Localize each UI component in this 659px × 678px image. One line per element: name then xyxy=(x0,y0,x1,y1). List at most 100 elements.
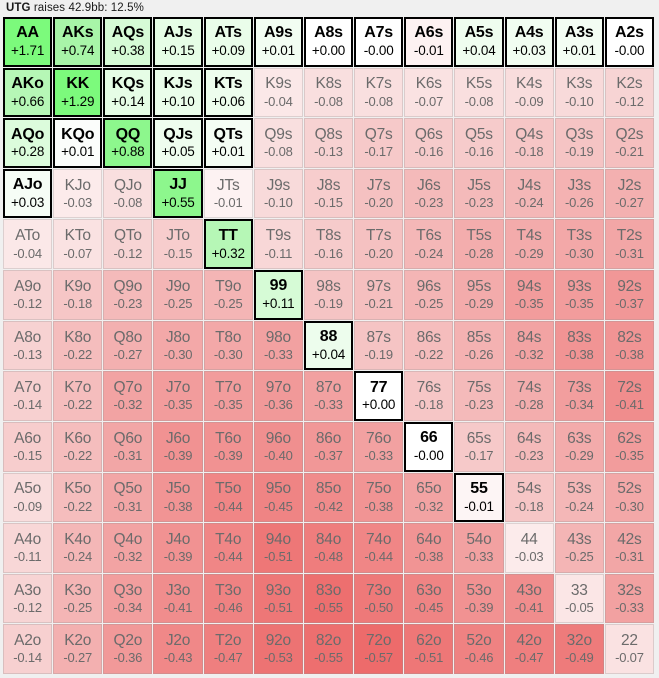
hand-cell-k3o[interactable]: K3o -0.25 xyxy=(53,573,103,624)
hand-cell-33[interactable]: 33 -0.05 xyxy=(554,573,604,624)
hand-cell-53o[interactable]: 53o -0.39 xyxy=(454,573,504,624)
hand-cell-qjs[interactable]: QJs +0.05 xyxy=(153,118,203,168)
hand-cell-t6o[interactable]: T6o -0.39 xyxy=(203,421,253,472)
hand-cell-k8s[interactable]: K8s -0.08 xyxy=(303,67,354,118)
hand-cell-83s[interactable]: 83s -0.38 xyxy=(554,320,604,371)
hand-cell-j9s[interactable]: J9s -0.10 xyxy=(253,168,303,219)
hand-cell-k5o[interactable]: K5o -0.22 xyxy=(53,472,103,523)
hand-cell-j9o[interactable]: J9o -0.25 xyxy=(153,270,203,320)
hand-cell-42s[interactable]: 42s -0.31 xyxy=(604,523,654,573)
hand-cell-74s[interactable]: 74s -0.28 xyxy=(504,371,554,421)
hand-cell-tt[interactable]: TT +0.32 xyxy=(203,219,253,270)
hand-cell-kk[interactable]: KK +1.29 xyxy=(53,67,103,118)
hand-cell-t9o[interactable]: T9o -0.25 xyxy=(203,270,253,320)
hand-cell-q2s[interactable]: Q2s -0.21 xyxy=(604,118,654,168)
hand-cell-qts[interactable]: QTs +0.01 xyxy=(203,118,253,168)
hand-cell-j2s[interactable]: J2s -0.27 xyxy=(604,168,654,219)
hand-cell-97s[interactable]: 97s -0.21 xyxy=(354,270,404,320)
hand-cell-a3o[interactable]: A3o -0.12 xyxy=(3,573,53,624)
hand-cell-65s[interactable]: 65s -0.17 xyxy=(454,421,504,472)
hand-cell-t9s[interactable]: T9s -0.11 xyxy=(253,219,303,270)
hand-cell-a2o[interactable]: A2o -0.14 xyxy=(3,624,53,674)
hand-cell-k5s[interactable]: K5s -0.08 xyxy=(454,67,504,118)
hand-cell-kjs[interactable]: KJs +0.10 xyxy=(153,67,203,118)
hand-cell-q6o[interactable]: Q6o -0.31 xyxy=(103,421,153,472)
hand-cell-a5s[interactable]: A5s +0.04 xyxy=(454,17,504,67)
hand-cell-84s[interactable]: 84s -0.32 xyxy=(504,320,554,371)
hand-cell-62s[interactable]: 62s -0.35 xyxy=(604,421,654,472)
hand-cell-j5o[interactable]: J5o -0.38 xyxy=(153,472,203,523)
hand-cell-92o[interactable]: 92o -0.53 xyxy=(253,624,303,674)
hand-cell-k2s[interactable]: K2s -0.12 xyxy=(604,67,654,118)
hand-cell-q7s[interactable]: Q7s -0.17 xyxy=(354,118,404,168)
hand-cell-75o[interactable]: 75o -0.38 xyxy=(354,472,404,523)
hand-cell-j7s[interactable]: J7s -0.20 xyxy=(354,168,404,219)
hand-cell-t8o[interactable]: T8o -0.30 xyxy=(203,320,253,371)
hand-cell-k9s[interactable]: K9s -0.04 xyxy=(253,67,303,118)
hand-cell-t5s[interactable]: T5s -0.28 xyxy=(454,219,504,270)
hand-cell-85o[interactable]: 85o -0.42 xyxy=(303,472,354,523)
hand-cell-72s[interactable]: 72s -0.41 xyxy=(604,371,654,421)
hand-cell-t6s[interactable]: T6s -0.24 xyxy=(404,219,454,270)
hand-cell-q8s[interactable]: Q8s -0.13 xyxy=(303,118,354,168)
hand-cell-qto[interactable]: QTo -0.12 xyxy=(103,219,153,270)
hand-cell-94s[interactable]: 94s -0.35 xyxy=(504,270,554,320)
hand-cell-62o[interactable]: 62o -0.51 xyxy=(404,624,454,674)
hand-cell-t3s[interactable]: T3s -0.30 xyxy=(554,219,604,270)
hand-cell-qjo[interactable]: QJo -0.08 xyxy=(103,168,153,219)
hand-cell-j8s[interactable]: J8s -0.15 xyxy=(303,168,354,219)
hand-cell-kqo[interactable]: KQo +0.01 xyxy=(53,118,103,168)
hand-cell-64o[interactable]: 64o -0.38 xyxy=(404,523,454,573)
hand-cell-k4o[interactable]: K4o -0.24 xyxy=(53,523,103,573)
hand-cell-a4o[interactable]: A4o -0.11 xyxy=(3,523,53,573)
hand-cell-84o[interactable]: 84o -0.48 xyxy=(303,523,354,573)
hand-cell-a5o[interactable]: A5o -0.09 xyxy=(3,472,53,523)
hand-cell-86s[interactable]: 86s -0.22 xyxy=(404,320,454,371)
hand-cell-t2s[interactable]: T2s -0.31 xyxy=(604,219,654,270)
hand-cell-qq[interactable]: QQ +0.88 xyxy=(103,118,153,168)
hand-cell-96o[interactable]: 96o -0.40 xyxy=(253,421,303,472)
hand-cell-86o[interactable]: 86o -0.37 xyxy=(303,421,354,472)
hand-cell-a6s[interactable]: A6s -0.01 xyxy=(404,17,454,67)
hand-cell-54o[interactable]: 54o -0.33 xyxy=(454,523,504,573)
hand-cell-k9o[interactable]: K9o -0.18 xyxy=(53,270,103,320)
hand-cell-55[interactable]: 55 -0.01 xyxy=(454,472,504,523)
hand-cell-98s[interactable]: 98s -0.19 xyxy=(303,270,354,320)
hand-cell-a3s[interactable]: A3s +0.01 xyxy=(554,17,604,67)
hand-cell-95s[interactable]: 95s -0.29 xyxy=(454,270,504,320)
hand-cell-73o[interactable]: 73o -0.50 xyxy=(354,573,404,624)
hand-cell-kqs[interactable]: KQs +0.14 xyxy=(103,67,153,118)
hand-cell-98o[interactable]: 98o -0.33 xyxy=(253,320,303,371)
hand-cell-64s[interactable]: 64s -0.23 xyxy=(504,421,554,472)
hand-cell-65o[interactable]: 65o -0.32 xyxy=(404,472,454,523)
hand-cell-92s[interactable]: 92s -0.37 xyxy=(604,270,654,320)
hand-cell-j6o[interactable]: J6o -0.39 xyxy=(153,421,203,472)
hand-cell-k2o[interactable]: K2o -0.27 xyxy=(53,624,103,674)
hand-cell-q9s[interactable]: Q9s -0.08 xyxy=(253,118,303,168)
hand-cell-99[interactable]: 99 +0.11 xyxy=(253,270,303,320)
hand-cell-q5o[interactable]: Q5o -0.31 xyxy=(103,472,153,523)
hand-cell-a7s[interactable]: A7s -0.00 xyxy=(354,17,404,67)
hand-cell-a4s[interactable]: A4s +0.03 xyxy=(504,17,554,67)
hand-cell-ajs[interactable]: AJs +0.15 xyxy=(153,17,203,67)
hand-cell-a7o[interactable]: A7o -0.14 xyxy=(3,371,53,421)
hand-cell-k7o[interactable]: K7o -0.22 xyxy=(53,371,103,421)
hand-cell-j3o[interactable]: J3o -0.41 xyxy=(153,573,203,624)
hand-cell-77[interactable]: 77 +0.00 xyxy=(354,371,404,421)
hand-cell-aqs[interactable]: AQs +0.38 xyxy=(103,17,153,67)
hand-cell-63s[interactable]: 63s -0.29 xyxy=(554,421,604,472)
hand-cell-87o[interactable]: 87o -0.33 xyxy=(303,371,354,421)
hand-cell-ats[interactable]: ATs +0.09 xyxy=(203,17,253,67)
hand-cell-94o[interactable]: 94o -0.51 xyxy=(253,523,303,573)
hand-cell-j5s[interactable]: J5s -0.23 xyxy=(454,168,504,219)
hand-cell-aa[interactable]: AA +1.71 xyxy=(3,17,53,67)
hand-cell-76o[interactable]: 76o -0.33 xyxy=(354,421,404,472)
hand-cell-54s[interactable]: 54s -0.18 xyxy=(504,472,554,523)
hand-cell-85s[interactable]: 85s -0.26 xyxy=(454,320,504,371)
hand-cell-95o[interactable]: 95o -0.45 xyxy=(253,472,303,523)
hand-cell-q5s[interactable]: Q5s -0.16 xyxy=(454,118,504,168)
hand-cell-q7o[interactable]: Q7o -0.32 xyxy=(103,371,153,421)
hand-cell-t4s[interactable]: T4s -0.29 xyxy=(504,219,554,270)
hand-cell-j4o[interactable]: J4o -0.39 xyxy=(153,523,203,573)
hand-cell-a8s[interactable]: A8s +0.00 xyxy=(303,17,354,67)
